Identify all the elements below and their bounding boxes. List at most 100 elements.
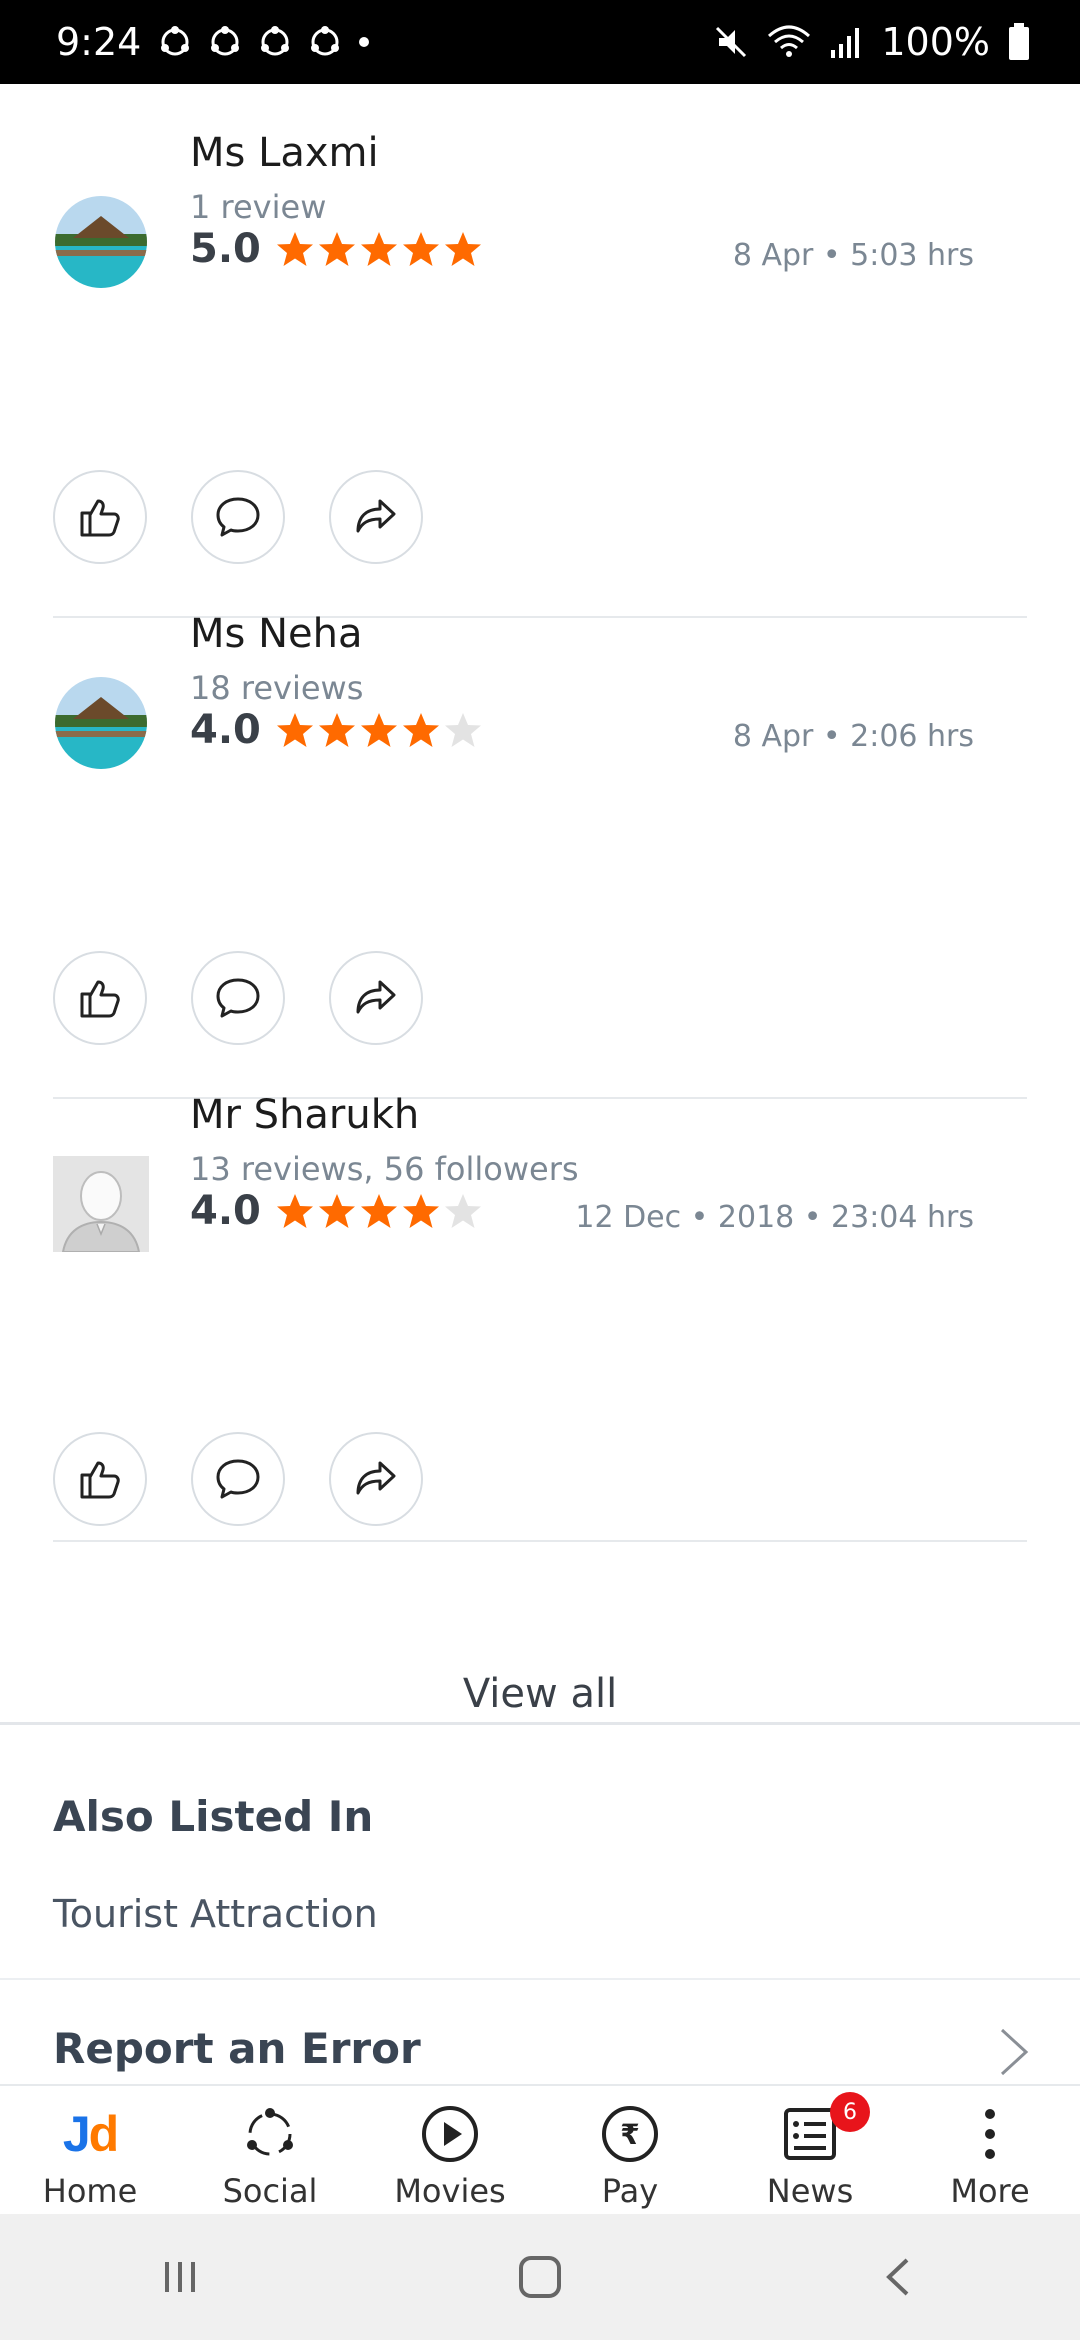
review-actions xyxy=(53,1432,423,1526)
comment-button[interactable] xyxy=(191,951,285,1045)
sync-icon xyxy=(311,26,340,56)
jd-logo-icon: Jd xyxy=(62,2106,119,2162)
nav-label: Social xyxy=(222,2172,318,2210)
star-filled-icon xyxy=(360,232,397,266)
back-icon[interactable] xyxy=(875,2252,925,2302)
star-rating xyxy=(275,229,483,269)
view-all-link[interactable]: View all xyxy=(0,1649,1080,1739)
share-button[interactable] xyxy=(329,1432,423,1526)
reviewer-name[interactable]: Ms Laxmi xyxy=(190,130,379,176)
social-icon xyxy=(240,2104,300,2164)
star-rating xyxy=(275,1191,483,1231)
status-right: 100% xyxy=(713,20,1030,64)
star-filled-icon xyxy=(276,1194,313,1228)
notification-badge: 6 xyxy=(830,2092,870,2132)
news-icon: 6 xyxy=(780,2092,870,2164)
chevron-right-icon[interactable] xyxy=(996,2026,1032,2078)
notification-icons xyxy=(157,24,371,60)
comment-button[interactable] xyxy=(191,470,285,564)
star-filled-icon xyxy=(402,1194,439,1228)
comment-icon xyxy=(216,1459,260,1499)
beach-resort-photo-icon xyxy=(53,194,149,290)
review-actions xyxy=(53,470,423,564)
star-empty-icon xyxy=(444,1194,481,1228)
reviewer-review-count: 13 reviews, 56 followers xyxy=(190,1150,579,1188)
like-button[interactable] xyxy=(53,470,147,564)
thumbs-up-icon xyxy=(80,499,120,537)
review-actions xyxy=(53,951,423,1045)
share-arrow-icon xyxy=(356,1461,396,1495)
rating-row: 5.0 xyxy=(190,226,483,272)
star-filled-icon xyxy=(402,232,439,266)
rating-row: 4.0 xyxy=(190,1188,483,1234)
recent-apps-icon[interactable] xyxy=(155,2252,205,2302)
review-date: 8 Apr • 2:06 hrs xyxy=(732,719,974,754)
status-left: 9:24 xyxy=(56,20,371,64)
bottom-navigation: Jd Home Social Movies ₹ Pay 6 News More xyxy=(0,2084,1080,2214)
rating-score: 5.0 xyxy=(190,226,261,272)
review-card: Ms Neha 18 reviews 4.0 8 Apr • 2:06 hrs xyxy=(0,565,1080,1099)
star-filled-icon xyxy=(402,713,439,747)
reviewer-name[interactable]: Mr Sharukh xyxy=(190,1092,419,1138)
review-card: Mr Sharukh 13 reviews, 56 followers 4.0 … xyxy=(0,1046,1080,1542)
nav-item-movies[interactable]: Movies xyxy=(360,2086,540,2214)
reviewer-avatar[interactable] xyxy=(53,1156,149,1253)
report-error-link[interactable]: Report an Error xyxy=(53,2024,421,2073)
nav-label: Home xyxy=(42,2172,138,2210)
share-arrow-icon xyxy=(356,499,396,533)
nav-item-pay[interactable]: ₹ Pay xyxy=(540,2086,720,2214)
like-button[interactable] xyxy=(53,1432,147,1526)
section-separator xyxy=(0,1722,1080,1725)
share-button[interactable] xyxy=(329,470,423,564)
svg-text:₹: ₹ xyxy=(620,2118,639,2151)
reviews-content[interactable]: Ms Laxmi 1 review 5.0 8 Apr • 5:03 hrs M… xyxy=(0,84,1080,2084)
mute-icon xyxy=(716,26,747,58)
star-filled-icon xyxy=(276,713,313,747)
default-person-avatar-icon xyxy=(53,1156,149,1253)
more-vertical-icon xyxy=(960,2104,1020,2164)
review-date: 12 Dec • 2018 • 23:04 hrs xyxy=(575,1200,974,1235)
dot-icon xyxy=(359,37,370,47)
nav-item-news[interactable]: 6 News xyxy=(720,2086,900,2214)
sync-icon xyxy=(211,26,240,56)
sync-icon xyxy=(261,26,290,56)
star-filled-icon xyxy=(318,713,355,747)
comment-icon xyxy=(216,497,260,537)
rating-score: 4.0 xyxy=(190,707,261,753)
comment-button[interactable] xyxy=(191,1432,285,1526)
rating-row: 4.0 xyxy=(190,707,483,753)
signal-icon xyxy=(831,28,860,58)
reviewer-avatar[interactable] xyxy=(53,675,149,771)
star-rating xyxy=(275,710,483,750)
reviewer-avatar[interactable] xyxy=(53,194,149,290)
thumbs-up-icon xyxy=(80,1461,120,1499)
status-time: 9:24 xyxy=(56,20,142,64)
also-listed-item[interactable]: Tourist Attraction xyxy=(53,1892,378,1936)
star-filled-icon xyxy=(360,1194,397,1228)
like-button[interactable] xyxy=(53,951,147,1045)
nav-label: News xyxy=(766,2172,854,2210)
home-icon[interactable] xyxy=(515,2252,565,2302)
star-filled-icon xyxy=(444,232,481,266)
divider xyxy=(0,1978,1080,1980)
star-filled-icon xyxy=(318,232,355,266)
share-button[interactable] xyxy=(329,951,423,1045)
star-filled-icon xyxy=(318,1194,355,1228)
nav-item-more[interactable]: More xyxy=(900,2086,1080,2214)
nav-item-social[interactable]: Social xyxy=(180,2086,360,2214)
review-date: 8 Apr • 5:03 hrs xyxy=(732,238,974,273)
comment-icon xyxy=(216,978,260,1018)
thumbs-up-icon xyxy=(80,980,120,1018)
also-listed-title: Also Listed In xyxy=(53,1792,374,1841)
share-arrow-icon xyxy=(356,980,396,1014)
reviewer-name[interactable]: Ms Neha xyxy=(190,611,362,657)
nav-label: Movies xyxy=(394,2172,506,2210)
beach-resort-photo-icon xyxy=(53,675,149,771)
nav-label: More xyxy=(950,2172,1030,2210)
nav-item-home[interactable]: Jd Home xyxy=(0,2086,180,2214)
nav-label: Pay xyxy=(601,2172,659,2210)
play-icon xyxy=(420,2104,480,2164)
star-filled-icon xyxy=(360,713,397,747)
status-bar: 9:24 100% xyxy=(0,0,1080,84)
reviewer-review-count: 1 review xyxy=(190,188,327,226)
